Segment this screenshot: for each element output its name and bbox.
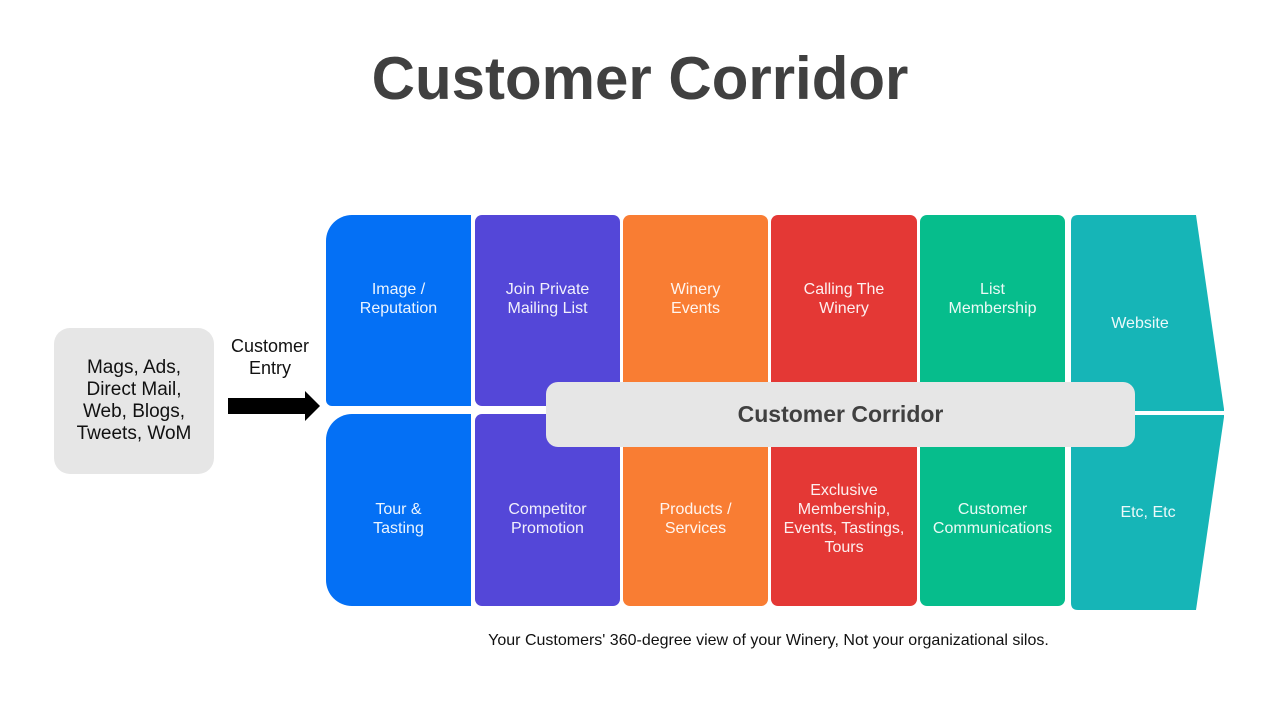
cell-label: Winery Events <box>670 280 721 317</box>
cell-calling-the-winery: Calling The Winery <box>771 215 917 406</box>
marketing-sources-box: Mags, Ads, Direct Mail, Web, Blogs, Twee… <box>54 328 214 474</box>
cell-label: Image / Reputation <box>359 280 438 317</box>
cell-tour-tasting: Tour & Tasting <box>326 414 471 606</box>
cell-etc: Etc, Etc <box>1120 504 1176 521</box>
cell-label: Tour & Tasting <box>373 501 424 537</box>
banner-label: Customer Corridor <box>737 401 944 427</box>
cell-label: Customer Communications <box>932 501 1053 537</box>
cell-label: Competitor Promotion <box>508 501 587 537</box>
cell-label: Calling The Winery <box>803 280 885 317</box>
cell-label: Products / Services <box>659 501 732 537</box>
customer-entry-label: Customer Entry <box>230 336 310 378</box>
cell-winery-events: Winery Events <box>623 215 768 406</box>
cell-label: Join Private Mailing List <box>505 280 590 317</box>
cell-join-private-mailing-list: Join Private Mailing List <box>475 215 620 406</box>
customer-corridor-banner: Customer Corridor <box>546 382 1135 447</box>
cell-image-reputation: Image / Reputation <box>326 215 471 406</box>
footer-caption: Your Customers' 360-degree view of your … <box>488 632 1049 649</box>
cell-label: Exclusive Membership, Events, Tastings, … <box>783 482 905 556</box>
cell-label: List Membership <box>948 280 1037 317</box>
cell-list-membership: List Membership <box>920 215 1065 406</box>
right-arrow-icon <box>228 391 320 421</box>
page-title: Customer Corridor <box>371 45 909 112</box>
cell-website: Website <box>1111 315 1169 332</box>
marketing-sources-text: Mags, Ads, Direct Mail, Web, Blogs, Twee… <box>76 357 192 444</box>
